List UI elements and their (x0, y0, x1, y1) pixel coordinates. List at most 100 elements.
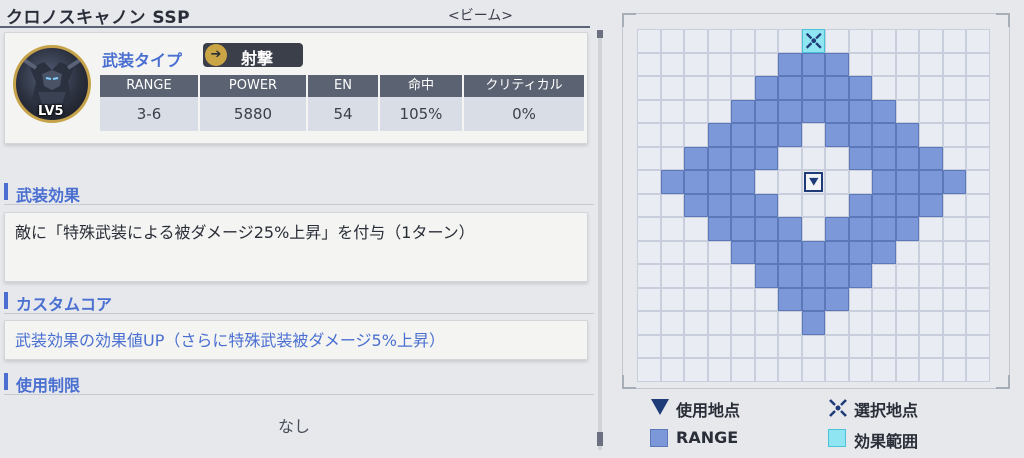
grid-cell (637, 193, 661, 218)
grid-cell (684, 311, 708, 335)
grid-cell-range (754, 193, 779, 218)
grid-cell (778, 334, 802, 359)
grid-cell (637, 358, 661, 382)
range-swatch-icon (650, 429, 668, 447)
grid-cell-range (684, 193, 708, 218)
grid-cell (942, 76, 967, 100)
grid-cell (754, 287, 779, 312)
grid-cell (848, 52, 873, 77)
grid-cell-range (895, 146, 920, 171)
grid-cell (919, 287, 943, 312)
grid-cell-range (754, 76, 779, 100)
grid-cell-range (707, 146, 732, 171)
grid-cell (966, 99, 990, 124)
grid-cell (919, 311, 943, 335)
grid-cell-range (778, 99, 802, 124)
grid-cell (684, 264, 708, 288)
section-title: 使用制限 (16, 376, 81, 395)
scrollbar[interactable] (598, 30, 602, 450)
grid-cell (660, 334, 685, 359)
grid-cell-range (825, 123, 849, 147)
grid-cell-range (895, 170, 920, 194)
grid-cell-range (707, 170, 732, 194)
grid-cell (919, 99, 943, 124)
grid-cell (872, 76, 896, 100)
grid-cell-range (778, 52, 802, 77)
grid-cell (778, 193, 802, 218)
grid-cell (754, 29, 779, 53)
grid-cell-range (707, 217, 732, 241)
grid-cell (825, 334, 849, 359)
grid-cell (731, 52, 755, 77)
weapon-info-card: LV5 武装タイプ ➔ 射撃 RANGE 3-6 POWER 5880 EN 5… (4, 32, 588, 144)
section-accent-bar (4, 373, 8, 390)
grid-cell (637, 29, 661, 53)
grid-cell (966, 358, 990, 382)
section-usage-limit: 使用制限 (4, 370, 594, 395)
grid-cell-range (731, 99, 755, 124)
grid-cell (966, 170, 990, 194)
grid-cell-range (848, 193, 873, 218)
grid-cell (872, 358, 896, 382)
section-accent-bar (4, 292, 8, 309)
grid-cell-range (848, 240, 873, 265)
scrollbar-thumb[interactable] (597, 432, 603, 446)
grid-cell-range (754, 217, 779, 241)
grid-cell (872, 29, 896, 53)
grid-cell-range (801, 311, 826, 335)
grid-cell (660, 76, 685, 100)
grid-cell (778, 170, 802, 194)
grid-cell-range (731, 146, 755, 171)
grid-cell (872, 334, 896, 359)
grid-cell (707, 264, 732, 288)
stat-header: POWER (200, 75, 306, 97)
stat-header: EN (308, 75, 378, 97)
grid-cell (966, 52, 990, 77)
grid-cell-range (825, 99, 849, 124)
grid-cell (942, 29, 967, 53)
scrollbar-top-cap[interactable] (597, 30, 603, 38)
grid-cell (707, 99, 732, 124)
grid-cell (848, 358, 873, 382)
section-title: 武装効果 (16, 186, 81, 205)
grid-cell (707, 334, 732, 359)
grid-cell (707, 76, 732, 100)
grid-cell (801, 123, 826, 147)
grid-cell (660, 264, 685, 288)
grid-cell (754, 311, 779, 335)
grid-cell (637, 287, 661, 312)
grid-cell-range (848, 99, 873, 124)
grid-cell-range (872, 170, 896, 194)
grid-cell (707, 240, 732, 265)
stat-en: EN 54 (308, 75, 378, 133)
weapon-effect-card: 敵に「特殊武装による被ダメージ25%上昇」を付与（1ターン） (4, 212, 588, 282)
grid-cell (966, 146, 990, 171)
grid-cell (966, 287, 990, 312)
grid-cell (942, 287, 967, 312)
grid-cell-range (801, 52, 826, 77)
grid-cell-range (778, 76, 802, 100)
grid-cell (872, 264, 896, 288)
grid-cell (660, 217, 685, 241)
grid-cell (825, 170, 849, 194)
grid-cell (919, 217, 943, 241)
grid-cell (942, 264, 967, 288)
grid-cell-range (872, 99, 896, 124)
shoot-type-icon: ➔ (205, 44, 227, 66)
stat-value: 0% (464, 97, 584, 131)
level-badge: LV5 (38, 104, 64, 119)
grid-cell (731, 264, 755, 288)
grid-cell (966, 334, 990, 359)
grid-cell (731, 29, 755, 53)
grid-cell-range (895, 193, 920, 218)
stat-accuracy: 命中 105% (380, 75, 462, 133)
grid-cell (660, 287, 685, 312)
grid-cell (848, 287, 873, 312)
grid-cell-range (731, 170, 755, 194)
grid-cell (919, 76, 943, 100)
grid-cell (942, 240, 967, 265)
grid-cell (731, 334, 755, 359)
use-point-icon (651, 399, 669, 415)
weapon-attribute: <ビーム> (448, 8, 514, 24)
grid-cell (684, 29, 708, 53)
